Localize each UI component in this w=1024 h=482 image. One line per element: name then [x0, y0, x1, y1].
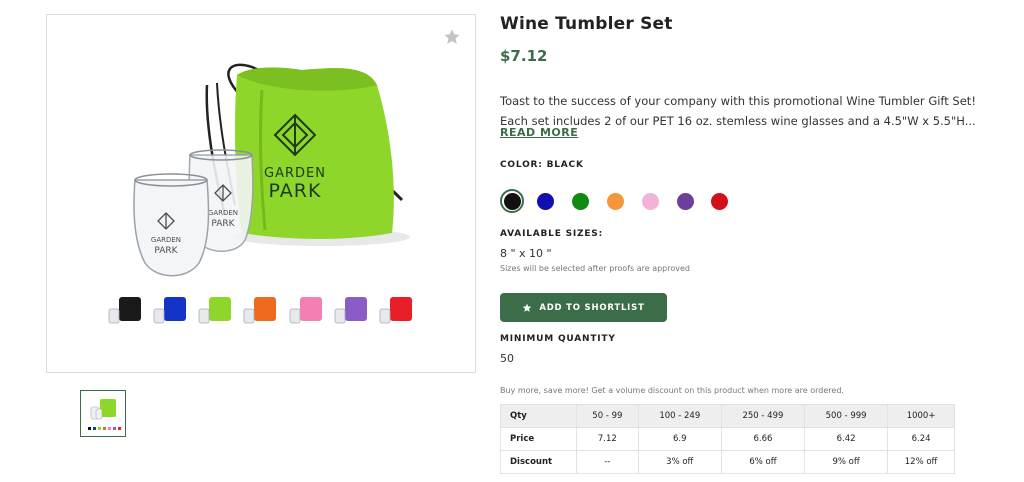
size-value: 8 " x 10 " [500, 247, 552, 260]
favorite-star-icon[interactable] [443, 28, 461, 46]
table-cell: 9% off [804, 450, 889, 474]
swatch-orange[interactable] [603, 189, 627, 213]
tumbler-brand-top-2: GARDEN [151, 236, 181, 244]
table-cell: 6.66 [720, 427, 806, 451]
swatch-dot [676, 192, 694, 210]
swatch-black[interactable] [500, 189, 524, 213]
sizes-note: Sizes will be selected after proofs are … [500, 264, 690, 273]
description-line-1: Toast to the success of your company wit… [500, 94, 976, 108]
swatch-pink[interactable] [638, 189, 662, 213]
table-header-cell: Qty [500, 404, 577, 428]
read-more-link[interactable]: READ MORE [500, 126, 578, 139]
swatch-dot [710, 192, 728, 210]
table-header-cell: 500 - 999 [804, 404, 889, 428]
tumbler-brand-bottom: PARK [211, 219, 235, 229]
swatch-dot [641, 192, 659, 210]
table-cell: 6.42 [804, 427, 889, 451]
swatch-purple[interactable] [673, 189, 697, 213]
main-product-image[interactable]: GARDEN PARK GARDEN PARK GARDEN PARK [46, 14, 476, 373]
table-cell: 6% off [720, 450, 806, 474]
table-cell: 7.12 [576, 427, 639, 451]
table-cell: 6.9 [637, 427, 722, 451]
product-description: Toast to the success of your company wit… [500, 91, 976, 131]
table-cell: 12% off [887, 450, 955, 474]
add-to-shortlist-button[interactable]: ADD TO SHORTLIST [500, 293, 667, 322]
color-label: COLOR: BLACK [500, 160, 584, 170]
swatch-red[interactable] [707, 189, 731, 213]
table-header-row: Qty 50 - 99 100 - 249 250 - 499 500 - 99… [500, 404, 955, 428]
tumbler-brand-bottom-2: PARK [154, 246, 178, 256]
bag-brand-top: GARDEN [264, 166, 326, 181]
table-row: Discount -- 3% off 6% off 9% off 12% off [500, 450, 955, 474]
table-cell: Price [500, 427, 577, 451]
gallery-thumbnail[interactable] [80, 390, 126, 437]
table-row: Price 7.12 6.9 6.66 6.42 6.24 [500, 427, 955, 451]
table-header-cell: 100 - 249 [637, 404, 722, 428]
color-variant-strip [108, 297, 412, 324]
table-cell: 6.24 [887, 427, 955, 451]
table-header-cell: 50 - 99 [576, 404, 639, 428]
tumbler-brand-top: GARDEN [208, 209, 238, 217]
swatch-green[interactable] [568, 189, 592, 213]
shortlist-label: ADD TO SHORTLIST [539, 302, 645, 313]
minimum-quantity-value: 50 [500, 352, 514, 365]
volume-discount-note: Buy more, save more! Get a volume discou… [500, 386, 844, 395]
swatch-dot [606, 192, 624, 210]
product-photo: GARDEN PARK GARDEN PARK GARDEN PARK [108, 63, 412, 324]
swatch-dot [536, 192, 554, 210]
swatch-dot [571, 192, 589, 210]
table-cell: -- [576, 450, 639, 474]
product-price: $7.12 [500, 47, 548, 65]
table-header-cell: 1000+ [887, 404, 955, 428]
sizes-label: AVAILABLE SIZES: [500, 229, 603, 239]
volume-pricing-table: Qty 50 - 99 100 - 249 250 - 499 500 - 99… [500, 404, 955, 474]
swatch-blue[interactable] [533, 189, 557, 213]
thumbnail-image [88, 399, 121, 430]
table-header-cell: 250 - 499 [720, 404, 806, 428]
star-icon [523, 303, 532, 312]
table-cell: 3% off [637, 450, 722, 474]
table-cell: Discount [500, 450, 577, 474]
swatch-dot [503, 192, 521, 210]
minimum-quantity-label: MINIMUM QUANTITY [500, 334, 616, 344]
product-title: Wine Tumbler Set [500, 14, 673, 34]
bag-brand-bottom: PARK [269, 180, 322, 202]
